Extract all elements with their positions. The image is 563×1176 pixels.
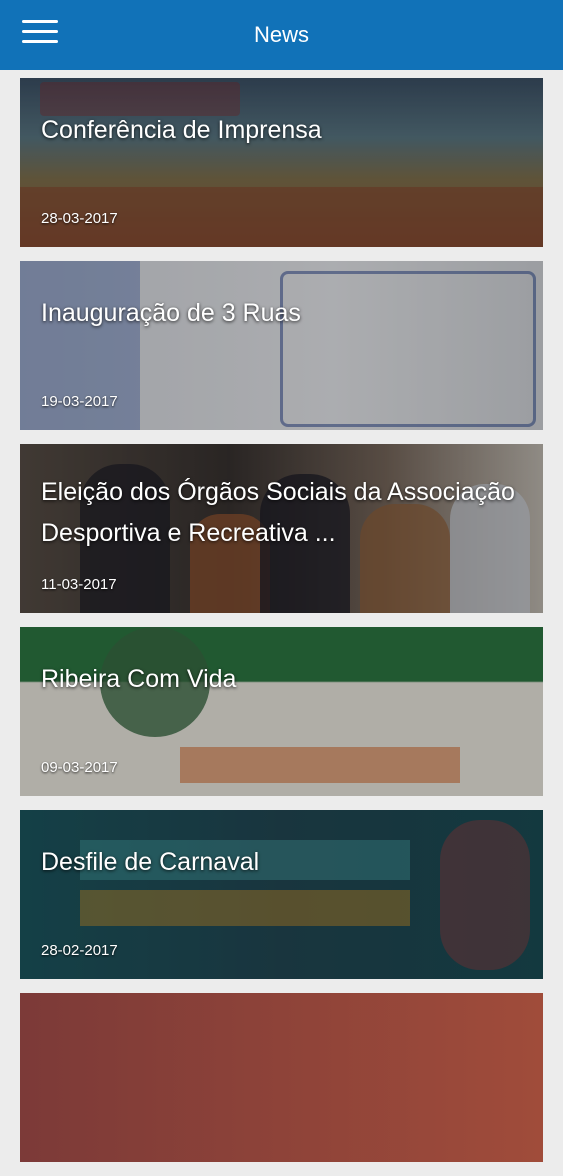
news-date: 19-03-2017 — [41, 393, 118, 410]
news-card[interactable]: Inauguração de 3 Ruas 19-03-2017 — [20, 261, 543, 430]
news-title: Ribeira Com Vida — [41, 665, 237, 693]
news-date: 11-03-2017 — [41, 576, 117, 593]
news-card[interactable]: Ribeira Com Vida 09-03-2017 — [20, 627, 543, 796]
news-card[interactable]: Desfile de Carnaval 28-02-2017 — [20, 810, 543, 979]
news-card[interactable]: Eleição dos Órgãos Sociais da Associação… — [20, 444, 543, 613]
news-title: Eleição dos Órgãos Sociais da Associação… — [41, 478, 515, 547]
news-card-partial[interactable] — [20, 993, 543, 1162]
news-date: 09-03-2017 — [41, 759, 118, 776]
page-title: News — [253, 22, 309, 47]
news-title: Inauguração de 3 Ruas — [41, 299, 301, 327]
news-date: 28-03-2017 — [41, 210, 118, 227]
news-title: Desfile de Carnaval — [41, 848, 260, 876]
news-list: Conferência de Imprensa 28-03-2017 Inaug… — [20, 78, 543, 1176]
news-card[interactable]: Conferência de Imprensa 28-03-2017 — [20, 78, 543, 247]
news-card-image — [20, 993, 543, 1162]
news-title: Conferência de Imprensa — [41, 116, 322, 144]
news-date: 28-02-2017 — [41, 942, 118, 959]
app-header: News — [0, 0, 563, 70]
